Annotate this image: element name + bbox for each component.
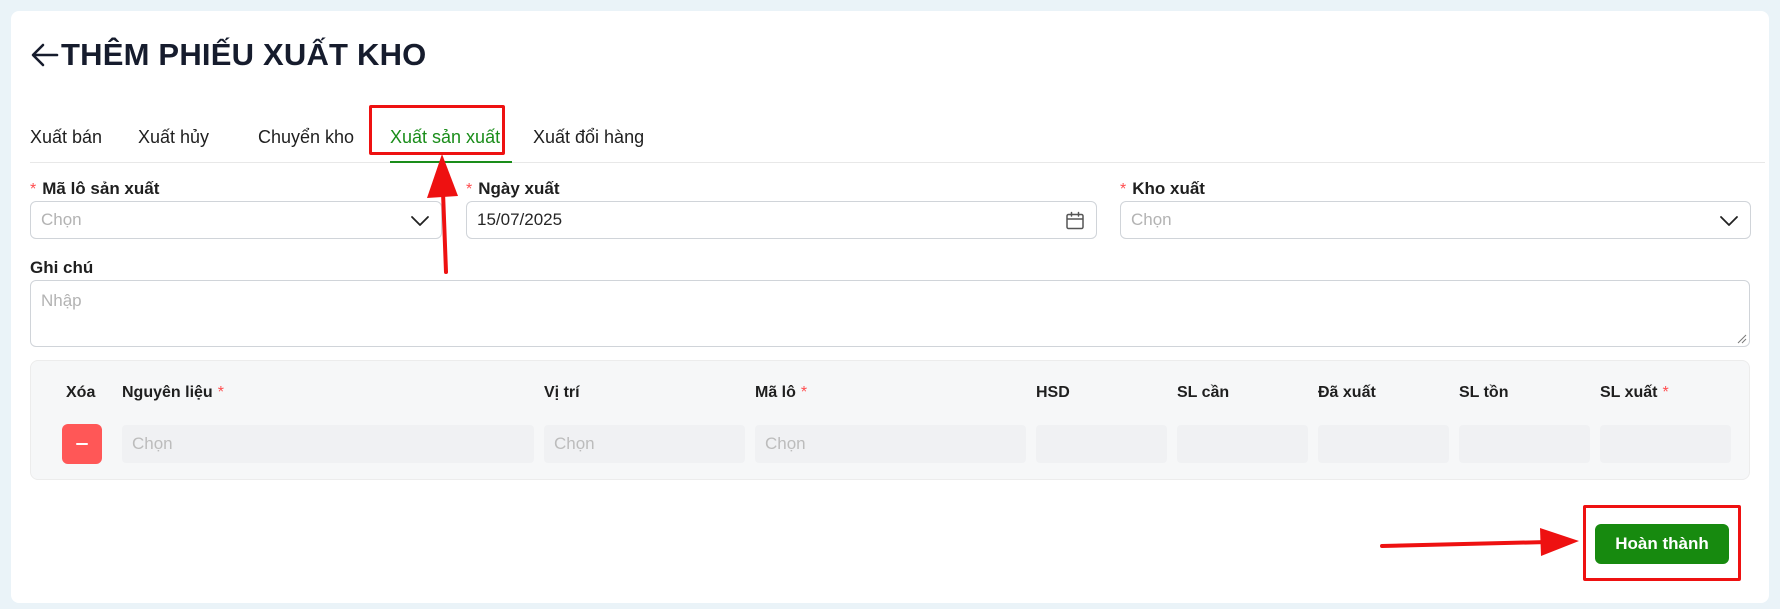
warehouse-select[interactable]: Chọn bbox=[1120, 201, 1751, 239]
tab-xuat-san-xuat[interactable]: Xuất sản xuất bbox=[390, 112, 500, 162]
calendar-icon bbox=[1066, 211, 1084, 230]
page-header: THÊM PHIẾU XUẤT KHO bbox=[29, 35, 426, 75]
location-select[interactable]: Chọn bbox=[544, 425, 745, 463]
tab-chuyen-kho[interactable]: Chuyển kho bbox=[258, 112, 354, 162]
page-title: THÊM PHIẾU XUẤT KHO bbox=[61, 37, 427, 72]
tab-bar: Xuất bán Xuất hủy Chuyển kho Xuất sản xu… bbox=[30, 112, 1765, 163]
note-placeholder: Nhập bbox=[41, 291, 82, 310]
header-qty-exported: Đã xuất bbox=[1318, 384, 1376, 401]
export-date-value: 15/07/2025 bbox=[477, 210, 563, 229]
required-mark: * bbox=[30, 181, 37, 198]
header-location: Vị trí bbox=[544, 384, 580, 401]
export-date-label: * Ngày xuất bbox=[466, 179, 560, 198]
delete-row-button[interactable] bbox=[62, 424, 102, 464]
warehouse-placeholder: Chọn bbox=[1131, 210, 1172, 229]
header-qty-needed: SL cần bbox=[1177, 384, 1230, 401]
active-tab-indicator bbox=[390, 161, 512, 163]
minus-icon bbox=[76, 443, 88, 445]
export-date-picker[interactable]: 15/07/2025 bbox=[466, 201, 1097, 239]
header-expiry: HSD bbox=[1036, 384, 1070, 401]
complete-button[interactable]: Hoàn thành bbox=[1595, 524, 1729, 564]
batch-code-select[interactable]: Chọn bbox=[30, 201, 442, 239]
header-delete: Xóa bbox=[66, 384, 96, 401]
warehouse-label: * Kho xuất bbox=[1120, 179, 1205, 198]
expiry-cell bbox=[1036, 425, 1167, 463]
header-lot: Mã lô * bbox=[755, 384, 808, 401]
qty-export-input[interactable] bbox=[1600, 425, 1731, 463]
material-select[interactable]: Chọn bbox=[122, 425, 534, 463]
page-card: THÊM PHIẾU XUẤT KHO Xuất bán Xuất hủy Ch… bbox=[11, 11, 1769, 603]
note-label: Ghi chú bbox=[30, 258, 94, 277]
qty-needed-cell bbox=[1177, 425, 1308, 463]
tab-xuat-doi-hang[interactable]: Xuất đổi hàng bbox=[533, 112, 644, 162]
arrow-left-icon[interactable] bbox=[29, 39, 61, 71]
batch-code-label: * Mã lô sản xuất bbox=[30, 179, 160, 198]
resize-handle-icon[interactable] bbox=[1737, 334, 1747, 344]
chevron-down-icon bbox=[411, 216, 429, 226]
qty-stock-cell bbox=[1459, 425, 1590, 463]
qty-exported-cell bbox=[1318, 425, 1449, 463]
header-material: Nguyên liệu * bbox=[122, 384, 224, 401]
header-qty-export: SL xuất * bbox=[1600, 384, 1669, 401]
note-textarea[interactable]: Nhập bbox=[30, 280, 1750, 347]
material-table: Xóa Nguyên liệu * Vị trí Mã lô * HSD SL cầ… bbox=[30, 360, 1750, 480]
chevron-down-icon bbox=[1720, 216, 1738, 226]
batch-code-placeholder: Chọn bbox=[41, 210, 82, 229]
lot-select[interactable]: Chọn bbox=[755, 425, 1026, 463]
header-qty-stock: SL tồn bbox=[1459, 384, 1509, 401]
required-mark: * bbox=[1120, 181, 1127, 198]
tab-xuat-huy[interactable]: Xuất hủy bbox=[138, 112, 209, 162]
required-mark: * bbox=[466, 181, 473, 198]
tab-xuat-ban[interactable]: Xuất bán bbox=[30, 112, 102, 162]
